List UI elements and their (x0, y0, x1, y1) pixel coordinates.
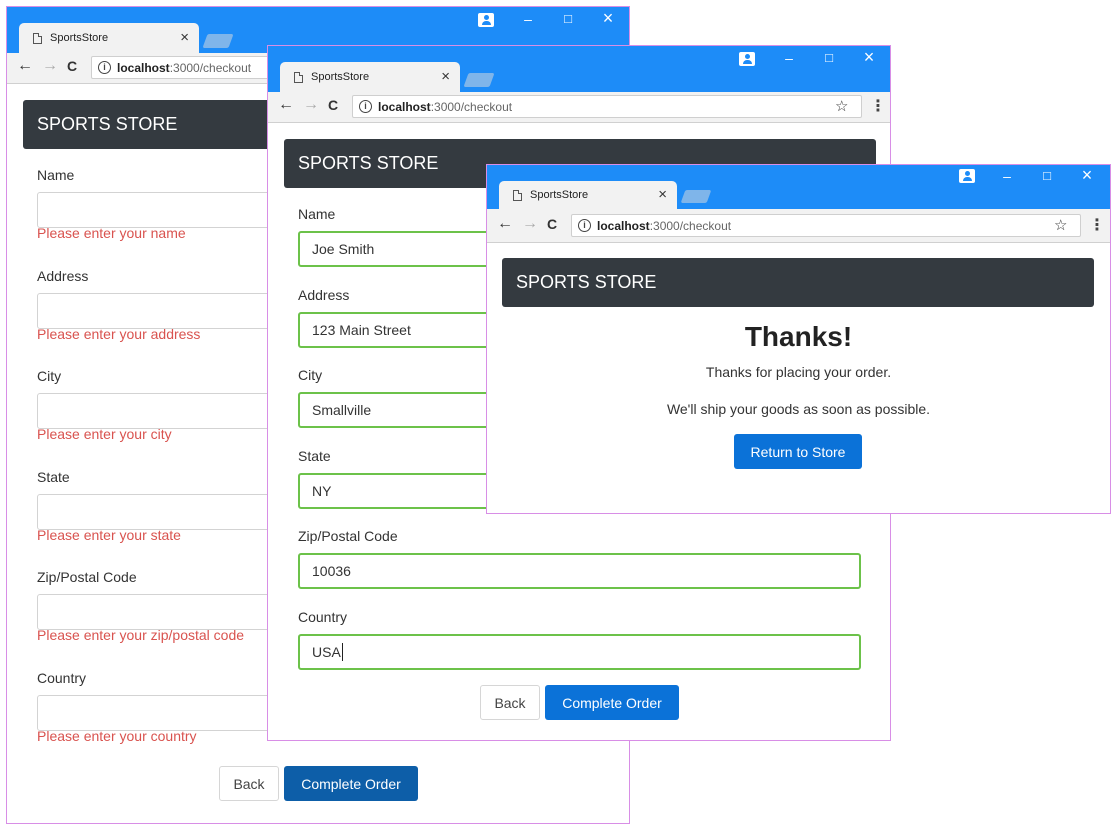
field-label: Address (37, 267, 89, 284)
field-label: Zip/Postal Code (298, 528, 398, 545)
field-label: Address (298, 286, 350, 303)
browser-toolbar: ← → C i localhost:3000/checkout ☆ ⋮ (268, 92, 890, 123)
bookmark-star-icon[interactable]: ☆ (835, 97, 848, 115)
url-path: :3000/checkout (649, 218, 732, 233)
field-value: Smallville (312, 402, 372, 419)
store-brand[interactable]: SPORTS STORE (516, 272, 656, 293)
forward-arrow-icon[interactable]: → (303, 96, 319, 114)
profile-icon[interactable] (478, 13, 494, 27)
validation-error: Please enter your name (37, 225, 186, 241)
new-tab-button[interactable] (202, 34, 234, 48)
reload-icon[interactable]: C (328, 97, 338, 113)
address-bar[interactable]: i localhost:3000/checkout (571, 214, 1081, 237)
page-icon (294, 71, 303, 83)
field-label: Country (37, 670, 87, 686)
forward-arrow-icon[interactable]: → (42, 57, 58, 75)
browser-window-thanks: SportsStore × – □ × ← → C i localhost:30… (486, 164, 1111, 514)
url-host: localhost (378, 99, 431, 114)
menu-icon[interactable]: ⋮ (870, 96, 886, 116)
tab-close-icon[interactable]: × (180, 29, 189, 46)
minimize-icon[interactable]: – (776, 50, 802, 66)
maximize-icon[interactable]: □ (1034, 168, 1060, 183)
field-value: 123 Main Street (312, 321, 411, 338)
tab-close-icon[interactable]: × (658, 186, 667, 203)
maximize-icon[interactable]: □ (816, 50, 842, 65)
minimize-icon[interactable]: – (994, 168, 1020, 184)
tab-title: SportsStore (530, 189, 589, 201)
field-value: Joe Smith (312, 241, 375, 257)
minimize-icon[interactable]: – (515, 11, 541, 27)
url-host: localhost (597, 218, 650, 233)
back-button[interactable]: Back (480, 685, 540, 720)
back-arrow-icon[interactable]: ← (278, 96, 294, 114)
field-label: City (37, 368, 62, 385)
back-button[interactable]: Back (219, 766, 279, 801)
info-icon[interactable]: i (578, 219, 591, 232)
complete-order-button[interactable]: Complete Order (545, 685, 679, 720)
back-arrow-icon[interactable]: ← (497, 215, 513, 233)
validation-error: Please enter your zip/postal code (37, 627, 245, 644)
info-icon[interactable]: i (359, 100, 372, 113)
tab-title: SportsStore (311, 71, 370, 83)
field-label: Name (37, 167, 75, 183)
field-label: Zip/Postal Code (37, 569, 137, 586)
return-to-store-button[interactable]: Return to Store (734, 434, 862, 469)
reload-icon[interactable]: C (547, 216, 557, 232)
forward-arrow-icon[interactable]: → (522, 215, 538, 233)
url-host: localhost (117, 60, 170, 75)
close-window-icon[interactable]: × (1074, 165, 1100, 186)
tab-close-icon[interactable]: × (441, 68, 450, 85)
field-value: USA (312, 644, 341, 660)
tab-title: SportsStore (50, 32, 109, 44)
field-input[interactable]: USA (298, 634, 861, 670)
new-tab-button[interactable] (463, 73, 495, 87)
close-window-icon[interactable]: × (856, 47, 882, 68)
thanks-heading: Thanks! (744, 321, 853, 352)
field-label: Name (298, 206, 336, 222)
store-navbar: SPORTS STORE (502, 258, 1094, 307)
validation-error: Please enter your city (37, 426, 172, 443)
url-path: :3000/checkout (430, 99, 513, 114)
page-icon (513, 189, 522, 201)
menu-icon[interactable]: ⋮ (1089, 215, 1105, 235)
new-tab-button[interactable] (680, 190, 712, 203)
store-brand[interactable]: SPORTS STORE (298, 153, 438, 174)
validation-error: Please enter your address (37, 325, 201, 342)
field-label: City (298, 367, 323, 384)
field-label: State (37, 468, 70, 485)
field-value: NY (312, 482, 332, 499)
profile-icon[interactable] (739, 52, 755, 66)
profile-icon[interactable] (959, 169, 975, 183)
thanks-message: Thanks for placing your order. (705, 364, 892, 380)
title-bar: SportsStore × – □ × (487, 165, 1110, 209)
store-brand[interactable]: SPORTS STORE (37, 114, 177, 135)
url-path: :3000/checkout (169, 60, 252, 75)
address-bar[interactable]: i localhost:3000/checkout (352, 95, 862, 118)
field-value: 10036 (312, 563, 351, 580)
text-cursor (341, 643, 343, 661)
validation-error: Please enter your country (37, 728, 197, 744)
bookmark-star-icon[interactable]: ☆ (1054, 216, 1067, 234)
field-label: State (298, 447, 331, 464)
browser-tab[interactable]: SportsStore × (280, 62, 460, 92)
complete-order-button[interactable]: Complete Order (284, 766, 418, 801)
validation-error: Please enter your state (37, 526, 181, 543)
reload-icon[interactable]: C (67, 58, 77, 74)
maximize-icon[interactable]: □ (555, 11, 581, 26)
browser-toolbar: ← → C i localhost:3000/checkout ☆ ⋮ (487, 209, 1110, 243)
browser-tab[interactable]: SportsStore × (499, 181, 677, 209)
browser-tab[interactable]: SportsStore × (19, 23, 199, 53)
page-icon (33, 32, 42, 44)
field-label: Country (298, 609, 348, 625)
shipping-message: We'll ship your goods as soon as possibl… (666, 401, 931, 417)
title-bar: SportsStore × – □ × (268, 46, 890, 92)
close-window-icon[interactable]: × (595, 8, 621, 29)
back-arrow-icon[interactable]: ← (17, 57, 33, 75)
field-input[interactable]: 10036 (298, 553, 861, 590)
info-icon[interactable]: i (98, 61, 111, 74)
